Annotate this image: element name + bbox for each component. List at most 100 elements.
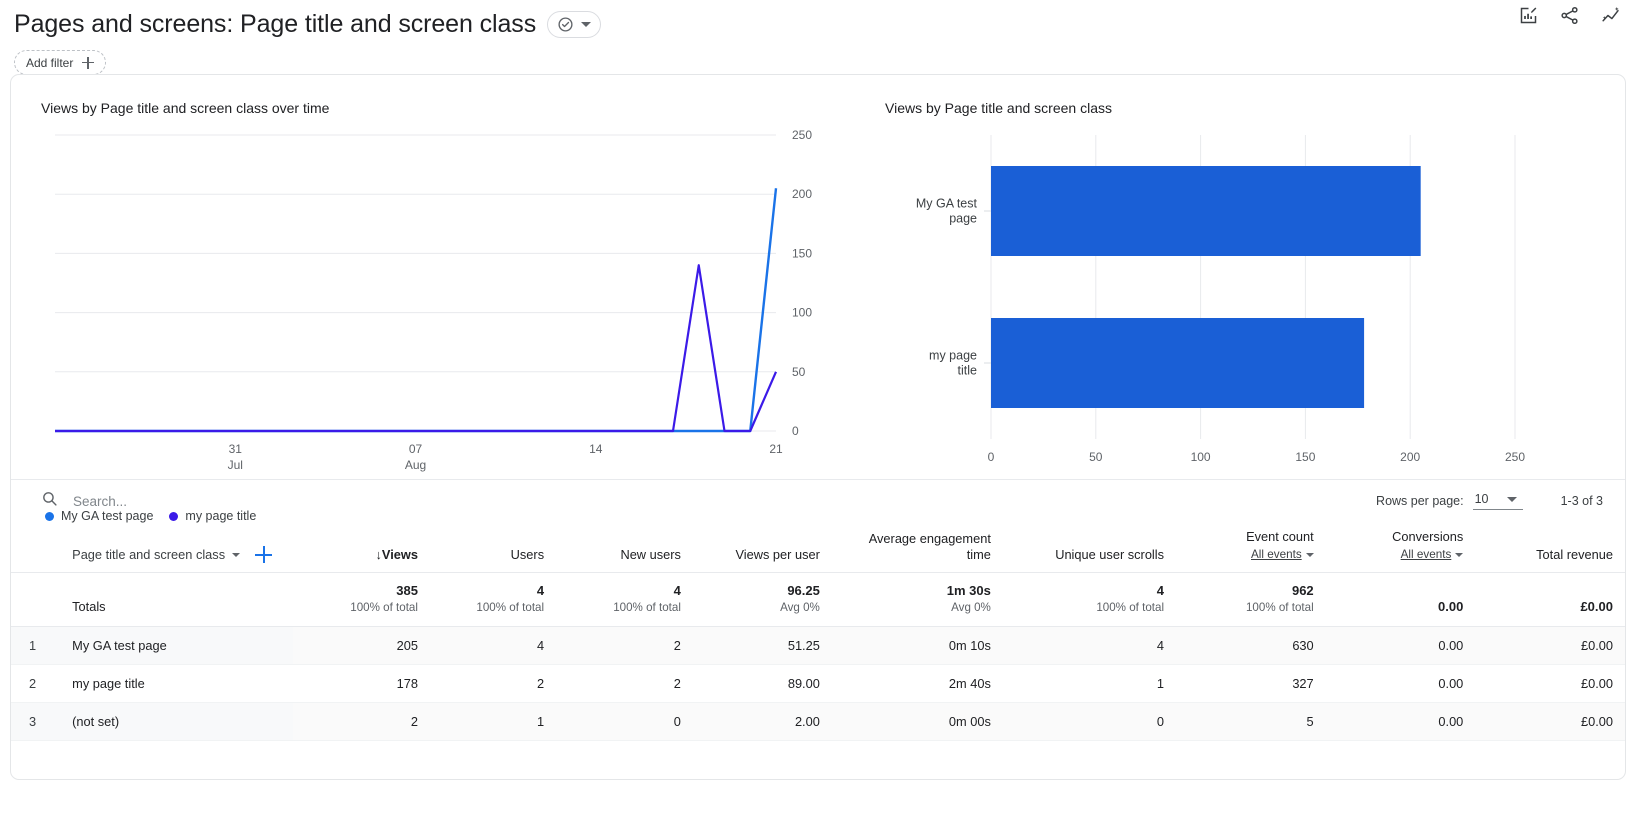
row-total-revenue: £0.00 (1475, 664, 1625, 703)
report-status-chip[interactable] (547, 10, 602, 38)
table-row[interactable]: 3 (not set) 2 1 0 2.00 0m 00s 0 5 0.00 £0.00 (11, 702, 1625, 741)
bar-1[interactable] (991, 166, 1421, 256)
row-event-count: 5 (1176, 702, 1326, 741)
dimension-header[interactable]: Page title and screen class (60, 521, 294, 573)
column-header-users[interactable]: Users (429, 521, 557, 573)
bar-category-label: page (949, 212, 977, 226)
column-label-views: Views (381, 547, 418, 562)
row-views: 178 (293, 664, 430, 703)
search-icon (41, 490, 58, 512)
row-dimension-value[interactable]: (not set) (60, 702, 294, 741)
row-event-count: 630 (1176, 626, 1326, 665)
x-axis-tick-label: 0 (988, 450, 995, 464)
row-index: 3 (11, 702, 61, 741)
line-chart[interactable]: 0 50 100 150 200 250 31 Jul 07 Aug 14 21 (31, 121, 851, 472)
line-chart-title: Views by Page title and screen class ove… (41, 100, 330, 116)
column-header-total-revenue[interactable]: Total revenue (1475, 521, 1625, 573)
row-avg-engagement: 0m 10s (831, 626, 1003, 665)
column-header-avg-engagement[interactable]: Average engagement time (831, 521, 1003, 573)
page-title: Pages and screens: Page title and screen… (14, 10, 537, 38)
x-axis-tick-label: 200 (1400, 450, 1420, 464)
y-axis-tick-label: 50 (792, 365, 806, 379)
table-row[interactable]: 2 my page title 178 2 2 89.00 2m 40s 1 327 0.00 £0… (11, 664, 1625, 703)
column-header-conversions[interactable]: Conversions All events (1325, 521, 1476, 573)
column-label-avg-engagement: Average engagement time (868, 531, 991, 562)
column-header-views[interactable]: ↓Views (293, 521, 430, 573)
x-axis-tick-label: 07 (409, 442, 423, 456)
y-axis-tick-label: 200 (792, 187, 812, 201)
chevron-down-icon (232, 552, 241, 557)
conversions-filter[interactable]: All events (1338, 547, 1464, 563)
event-count-filter[interactable]: All events (1188, 547, 1314, 563)
table-row[interactable]: 1 My GA test page 205 4 2 51.25 0m 10s 4 630 0.00… (11, 626, 1625, 665)
plus-icon (82, 56, 95, 69)
x-axis-tick-label: 250 (1505, 450, 1525, 464)
column-header-views-per-user[interactable]: Views per user (692, 521, 832, 573)
report-page: Pages and screens: Page title and screen… (0, 0, 1636, 824)
x-axis-tick-label: 100 (1191, 450, 1211, 464)
row-dimension-value[interactable]: my page title (60, 664, 294, 703)
totals-cell-9: £0.00 (1475, 572, 1625, 627)
rows-per-page-select[interactable]: 10 (1472, 491, 1523, 510)
totals-subvalue: 100% of total (350, 601, 418, 614)
totals-subvalue: Avg 0% (951, 601, 991, 614)
edit-chart-icon[interactable] (1518, 5, 1539, 26)
report-card: Views by Page title and screen class ove… (10, 74, 1626, 780)
totals-cell-3: 4 100% of total (556, 572, 693, 627)
totals-value: 962 (1291, 583, 1314, 598)
totals-label: Totals (60, 572, 294, 627)
row-dimension-value[interactable]: My GA test page (60, 626, 294, 665)
totals-index-cell (11, 572, 61, 627)
totals-subvalue: 100% of total (1096, 601, 1165, 614)
row-new-users: 2 (556, 626, 693, 665)
x-axis-tick-label: 21 (769, 442, 783, 456)
row-views-per-user: 51.25 (692, 626, 832, 665)
row-new-users: 0 (556, 702, 693, 741)
row-users: 1 (429, 702, 557, 741)
row-views: 205 (293, 626, 430, 665)
row-index: 1 (11, 626, 61, 665)
x-axis-tick-label: 50 (1089, 450, 1103, 464)
bar-category-label: title (958, 364, 978, 378)
share-icon[interactable] (1559, 5, 1580, 26)
column-header-unique-user-scrolls[interactable]: Unique user scrolls (1002, 521, 1177, 573)
insights-icon[interactable] (1600, 5, 1622, 26)
x-axis-tick-sublabel: Aug (405, 458, 426, 472)
bar-category-label: my page (929, 349, 977, 363)
chevron-down-icon (1455, 552, 1464, 557)
header-actions (1518, 5, 1622, 26)
rows-per-page-label: Rows per page: (1376, 494, 1464, 508)
bar-2[interactable] (991, 318, 1365, 408)
totals-cell-2: 4 100% of total (429, 572, 557, 627)
row-total-revenue: £0.00 (1475, 702, 1625, 741)
add-dimension-icon[interactable] (255, 546, 273, 563)
column-label-unique-user-scrolls: Unique user scrolls (1055, 547, 1165, 562)
bar-category-label: My GA test (916, 197, 978, 211)
x-axis-tick-label: 150 (1295, 450, 1315, 464)
row-avg-engagement: 0m 00s (831, 702, 1003, 741)
y-axis-tick-label: 250 (792, 128, 812, 142)
totals-value: 4 (536, 583, 545, 598)
line-series-1[interactable] (55, 188, 778, 433)
row-views: 2 (293, 702, 430, 741)
pagination-controls: Rows per page: 10 1-3 of 3 (1376, 491, 1603, 510)
totals-subvalue: Avg 0% (780, 601, 820, 614)
table-header: Page title and screen class ↓Views Users… (11, 521, 1625, 573)
row-conversions: 0.00 (1325, 664, 1476, 703)
check-circle-icon (557, 16, 574, 33)
row-unique-user-scrolls: 4 (1002, 626, 1177, 665)
table-body: Totals 385 100% of total 4 100% of total 4 100… (11, 572, 1625, 741)
column-header-new-users[interactable]: New users (556, 521, 693, 573)
x-axis-tick-label: 31 (229, 442, 243, 456)
page-header: Pages and screens: Page title and screen… (0, 0, 1636, 75)
search-input[interactable] (71, 492, 331, 510)
totals-cell-6: 4 100% of total (1002, 572, 1177, 627)
column-label-total-revenue: Total revenue (1536, 547, 1613, 562)
line-series-2[interactable] (55, 264, 778, 433)
y-axis-tick-label: 100 (792, 306, 812, 320)
column-header-event-count[interactable]: Event count All events (1176, 521, 1326, 573)
bar-chart[interactable]: 0 50 100 150 200 250 My GA testpage my pagetitl… (875, 121, 1615, 466)
add-filter-button[interactable]: Add filter (14, 50, 107, 75)
row-index-header (11, 521, 61, 573)
search-box[interactable] (41, 490, 331, 512)
